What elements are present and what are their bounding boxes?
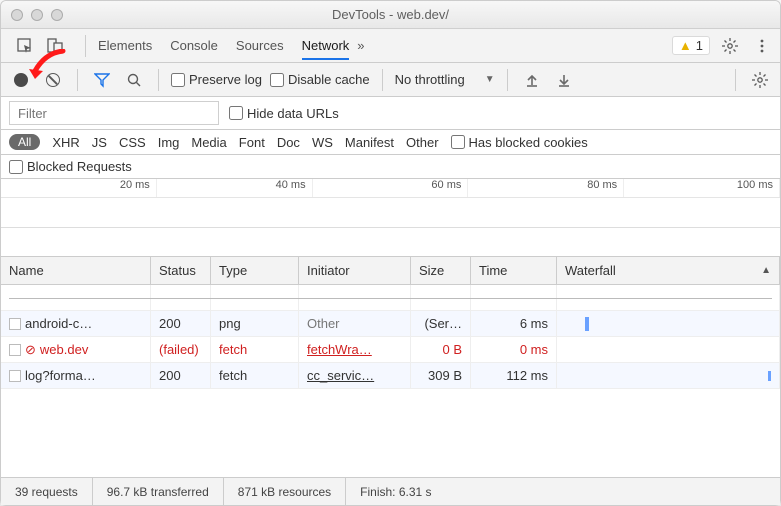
- type-ws[interactable]: WS: [312, 135, 333, 150]
- warning-icon: ▲: [679, 38, 692, 53]
- table-row[interactable]: ⊘web.dev(failed)fetchfetchWra…0 B0 ms: [1, 337, 780, 363]
- tab-sources[interactable]: Sources: [236, 32, 284, 59]
- network-settings-icon[interactable]: [748, 68, 772, 92]
- more-tabs[interactable]: »: [357, 32, 364, 59]
- disable-cache-checkbox[interactable]: Disable cache: [270, 72, 370, 87]
- type-img[interactable]: Img: [158, 135, 180, 150]
- type-other[interactable]: Other: [406, 135, 439, 150]
- col-status[interactable]: Status: [151, 257, 211, 284]
- export-har-icon[interactable]: [552, 68, 576, 92]
- error-icon: ⊘: [25, 342, 36, 358]
- type-font[interactable]: Font: [239, 135, 265, 150]
- col-time[interactable]: Time: [471, 257, 557, 284]
- status-transferred: 96.7 kB transferred: [93, 478, 224, 505]
- timeline-overview[interactable]: 20 ms40 ms60 ms80 ms100 ms: [1, 179, 780, 257]
- waterfall-bar: [585, 317, 589, 331]
- blocked-requests-row: Blocked Requests: [1, 155, 780, 179]
- preserve-log-checkbox[interactable]: Preserve log: [171, 72, 262, 87]
- clear-button[interactable]: [41, 68, 65, 92]
- titlebar: DevTools - web.dev/: [1, 1, 780, 29]
- row-checkbox[interactable]: [9, 344, 21, 356]
- kebab-menu-icon[interactable]: [750, 34, 774, 58]
- filter-input[interactable]: [9, 101, 219, 125]
- type-media[interactable]: Media: [191, 135, 226, 150]
- search-icon[interactable]: [122, 68, 146, 92]
- status-finish: Finish: 6.31 s: [346, 478, 445, 505]
- status-requests: 39 requests: [1, 478, 93, 505]
- settings-icon[interactable]: [718, 34, 742, 58]
- col-type[interactable]: Type: [211, 257, 299, 284]
- table-row[interactable]: [1, 285, 780, 311]
- network-toolbar: Preserve log Disable cache No throttling…: [1, 63, 780, 97]
- tab-elements[interactable]: Elements: [98, 32, 152, 59]
- col-name[interactable]: Name: [1, 257, 151, 284]
- filter-icon[interactable]: [90, 68, 114, 92]
- requests-table: Name Status Type Initiator Size Time Wat…: [1, 257, 780, 477]
- type-xhr[interactable]: XHR: [52, 135, 79, 150]
- warnings-badge[interactable]: ▲ 1: [672, 36, 710, 55]
- inspect-element-icon[interactable]: [13, 34, 37, 58]
- tab-console[interactable]: Console: [170, 32, 218, 59]
- table-row[interactable]: android-c…200pngOther(Ser…6 ms: [1, 311, 780, 337]
- throttling-select[interactable]: No throttling ▼: [395, 72, 495, 87]
- panel-tabs: Elements Console Sources Network » ▲ 1: [1, 29, 780, 63]
- devtools-window: DevTools - web.dev/ Elements Console Sourc…: [0, 0, 781, 506]
- chevron-down-icon: ▼: [485, 74, 495, 85]
- blocked-requests-checkbox[interactable]: Blocked Requests: [9, 159, 132, 174]
- type-filter-row: All XHR JS CSS Img Media Font Doc WS Manifest Oth…: [1, 130, 780, 155]
- status-resources: 871 kB resources: [224, 478, 346, 505]
- table-body: android-c…200pngOther(Ser…6 ms⊘web.dev(f…: [1, 285, 780, 477]
- record-button[interactable]: [9, 68, 33, 92]
- filter-row: Hide data URLs: [1, 97, 780, 130]
- row-checkbox[interactable]: [9, 370, 21, 382]
- type-all-pill[interactable]: All: [9, 134, 40, 150]
- table-row[interactable]: log?forma…200fetchcc_servic…309 B112 ms: [1, 363, 780, 389]
- col-waterfall[interactable]: Waterfall: [557, 257, 780, 284]
- type-css[interactable]: CSS: [119, 135, 146, 150]
- window-title: DevTools - web.dev/: [1, 7, 780, 22]
- divider: [85, 35, 86, 57]
- tab-network[interactable]: Network: [302, 32, 350, 60]
- status-bar: 39 requests 96.7 kB transferred 871 kB r…: [1, 477, 780, 505]
- tab-list: Elements Console Sources Network: [98, 32, 349, 60]
- type-manifest[interactable]: Manifest: [345, 135, 394, 150]
- type-js[interactable]: JS: [92, 135, 107, 150]
- col-initiator[interactable]: Initiator: [299, 257, 411, 284]
- table-header: Name Status Type Initiator Size Time Wat…: [1, 257, 780, 285]
- waterfall-bar: [768, 371, 771, 381]
- hide-data-urls-checkbox[interactable]: Hide data URLs: [229, 106, 339, 121]
- has-blocked-cookies-checkbox[interactable]: Has blocked cookies: [451, 135, 588, 150]
- warning-count: 1: [696, 38, 703, 53]
- row-checkbox[interactable]: [9, 318, 21, 330]
- import-har-icon[interactable]: [520, 68, 544, 92]
- col-size[interactable]: Size: [411, 257, 471, 284]
- type-doc[interactable]: Doc: [277, 135, 300, 150]
- device-toolbar-icon[interactable]: [43, 34, 67, 58]
